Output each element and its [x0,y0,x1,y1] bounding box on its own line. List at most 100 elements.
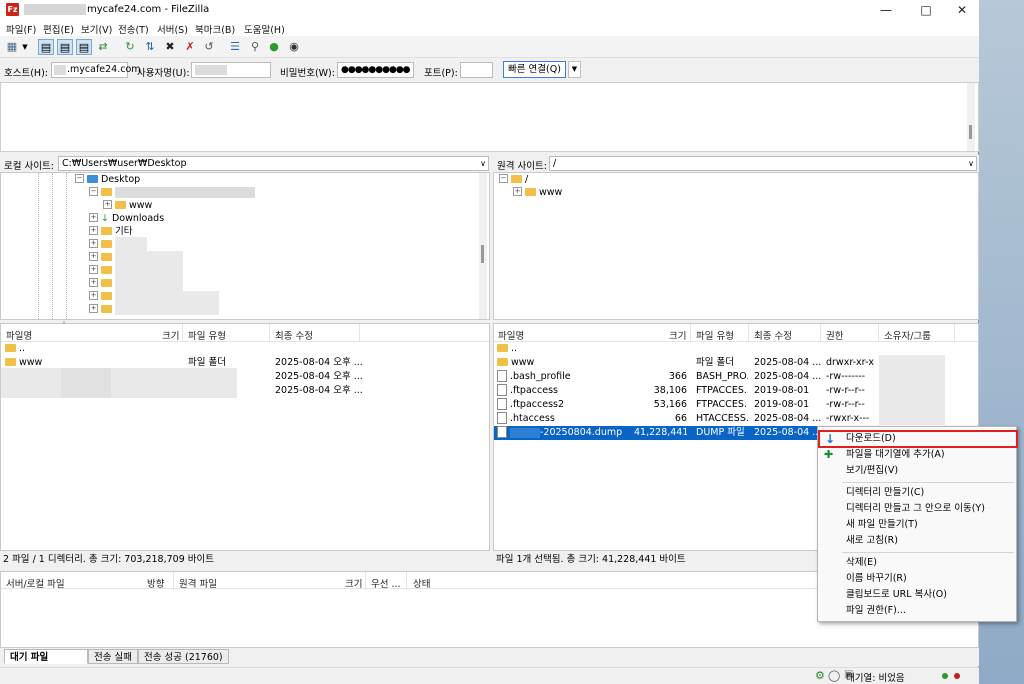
local-path-input[interactable]: C:₩Users₩user₩Desktop ∨ [58,156,489,171]
menu-create-directory-enter[interactable]: 디렉터리 만들고 그 안으로 이동(Y) [819,501,1016,517]
toggle-local-tree-icon[interactable]: ▤ [57,39,73,55]
refresh-icon[interactable]: ↻ [122,39,138,55]
expand-icon[interactable]: + [513,187,522,196]
queue-tabs: 대기 파일 전송 실패 전송 성공 (21760) [0,648,979,666]
col-type[interactable]: 파일 유형 [696,328,734,342]
remote-path-dropdown-icon[interactable]: ∨ [968,157,974,170]
log-scroll-thumb[interactable] [969,125,972,139]
tree-item-www[interactable]: + www [513,186,562,199]
tree-item-redacted[interactable]: + [89,290,115,303]
menu-file-permissions[interactable]: 파일 권한(F)... [819,603,1016,619]
menu-delete[interactable]: 삭제(E) [819,555,1016,571]
menu-download[interactable]: ↓ 다운로드(D) [819,431,1016,447]
tab-failed-transfers[interactable]: 전송 실패 [88,649,138,664]
toggle-log-icon[interactable]: ▤ [38,39,54,55]
tree-item-redacted[interactable]: + [89,238,115,251]
close-icon[interactable]: ✕ [942,0,982,20]
site-manager-icon[interactable]: ▦ [4,39,20,55]
disconnect-icon[interactable]: ✗ [182,39,198,55]
tree-item-redacted[interactable]: + [89,251,115,264]
col-direction[interactable]: 방향 [147,576,164,590]
col-size[interactable]: 크기 [669,328,686,342]
menu-rename[interactable]: 이름 바꾸기(R) [819,571,1016,587]
maximize-icon[interactable]: □ [906,0,946,20]
menu-view[interactable]: 보기(V) [81,22,112,36]
tree-item-www[interactable]: + www [103,199,152,212]
col-filename[interactable]: 파일명 [6,328,32,342]
toggle-queue-icon[interactable]: ⇄ [95,39,111,55]
menu-help[interactable]: 도움말(H) [244,22,285,36]
tree-item-redacted[interactable]: + [89,264,115,277]
expand-icon[interactable]: + [89,226,98,235]
port-input[interactable] [460,62,493,78]
settings-gear-icon[interactable]: ⚙ [815,669,825,682]
tab-queued-files[interactable]: 대기 파일 [4,649,88,664]
filter-icon[interactable]: ☰ [227,39,243,55]
message-log[interactable] [0,82,979,152]
expand-icon[interactable]: + [103,200,112,209]
remote-path-input[interactable]: / ∨ [549,156,977,171]
col-status[interactable]: 상태 [413,576,430,590]
speed-limit-icon[interactable]: ◯ [828,669,840,682]
col-owner[interactable]: 소유자/그룹 [884,328,931,342]
compare-icon[interactable]: ⚲ [247,39,263,55]
folder-icon [101,278,112,287]
col-size[interactable]: 크기 [162,328,179,342]
tree-item-desktop[interactable]: − Desktop [75,173,140,186]
col-type[interactable]: 파일 유형 [188,328,226,342]
menu-file[interactable]: 파일(F) [6,22,36,36]
col-priority[interactable]: 우선 ... [371,576,401,590]
local-tree-scroll-thumb[interactable] [481,245,484,263]
local-file-list[interactable]: 파일명 ˄ 크기 파일 유형 최종 수정 .. www 파일 폴더 2025-0… [0,321,490,551]
menu-edit[interactable]: 편집(E) [43,22,74,36]
col-permissions[interactable]: 권한 [826,328,843,342]
tab-successful-transfers[interactable]: 전송 성공 (21760) [138,649,229,664]
menu-server[interactable]: 서버(S) [157,22,188,36]
filezilla-app-icon: Fz [6,3,19,16]
expand-icon[interactable]: + [89,213,98,222]
collapse-icon[interactable]: − [499,174,508,183]
local-path-dropdown-icon[interactable]: ∨ [480,157,486,170]
search-icon[interactable]: ◉ [286,39,302,55]
quickconnect-button[interactable]: 빠른 연결(Q) [503,61,566,78]
menu-add-to-queue[interactable]: ✚ 파일을 대기열에 추가(A) [819,447,1016,463]
menu-copy-url[interactable]: 클립보드로 URL 복사(O) [819,587,1016,603]
table-row[interactable]: .. [1,342,489,356]
table-row[interactable]: .. [494,342,978,356]
menu-view-edit[interactable]: 보기/편집(V) [819,463,1016,479]
local-tree-scrollbar[interactable] [479,173,487,319]
quickconnect-history-icon[interactable]: ▼ [568,61,581,78]
col-server-local-file[interactable]: 서버/로컬 파일 [6,576,65,590]
menu-refresh[interactable]: 새로 고침(R) [819,533,1016,549]
toggle-remote-tree-icon[interactable]: ▤ [76,39,92,55]
tree-item-redacted[interactable]: + [89,303,115,316]
col-modified[interactable]: 최종 수정 [275,328,313,342]
user-redacted [195,65,227,75]
remote-directory-tree[interactable]: − / + www [493,172,979,320]
local-directory-tree[interactable]: − Desktop − + www + ↓ Downloads + 기타 + + + + … [0,172,490,320]
collapse-icon[interactable]: − [75,174,84,183]
process-queue-icon[interactable]: ⇅ [142,39,158,55]
tree-item-redacted[interactable]: − [89,186,255,199]
col-modified[interactable]: 최종 수정 [754,328,792,342]
col-queue-size[interactable]: 크기 [345,576,362,590]
menu-transfer[interactable]: 전송(T) [118,22,149,36]
menu-new-file[interactable]: 새 파일 만들기(T) [819,517,1016,533]
collapse-icon[interactable]: − [89,187,98,196]
log-scrollbar[interactable] [967,83,975,151]
tree-item-redacted[interactable]: + [89,277,115,290]
col-filename[interactable]: 파일명 [498,328,524,342]
reconnect-icon[interactable]: ↺ [201,39,217,55]
host-input[interactable]: .mycafe24.com [51,62,141,78]
menu-bookmarks[interactable]: 북마크(B) [195,22,235,36]
tree-item-downloads[interactable]: + ↓ Downloads [89,212,164,225]
sync-browse-icon[interactable]: ● [266,39,282,55]
tree-item-root[interactable]: − / [499,173,528,186]
col-remote-file[interactable]: 원격 파일 [179,576,217,590]
minimize-icon[interactable]: — [866,0,906,20]
cancel-icon[interactable]: ✖ [162,39,178,55]
site-manager-dropdown-icon[interactable]: ▼ [20,39,30,55]
menu-create-directory[interactable]: 디렉터리 만들기(C) [819,485,1016,501]
user-input[interactable] [191,62,271,78]
password-input[interactable]: ●●●●●●●●●● [337,62,414,78]
